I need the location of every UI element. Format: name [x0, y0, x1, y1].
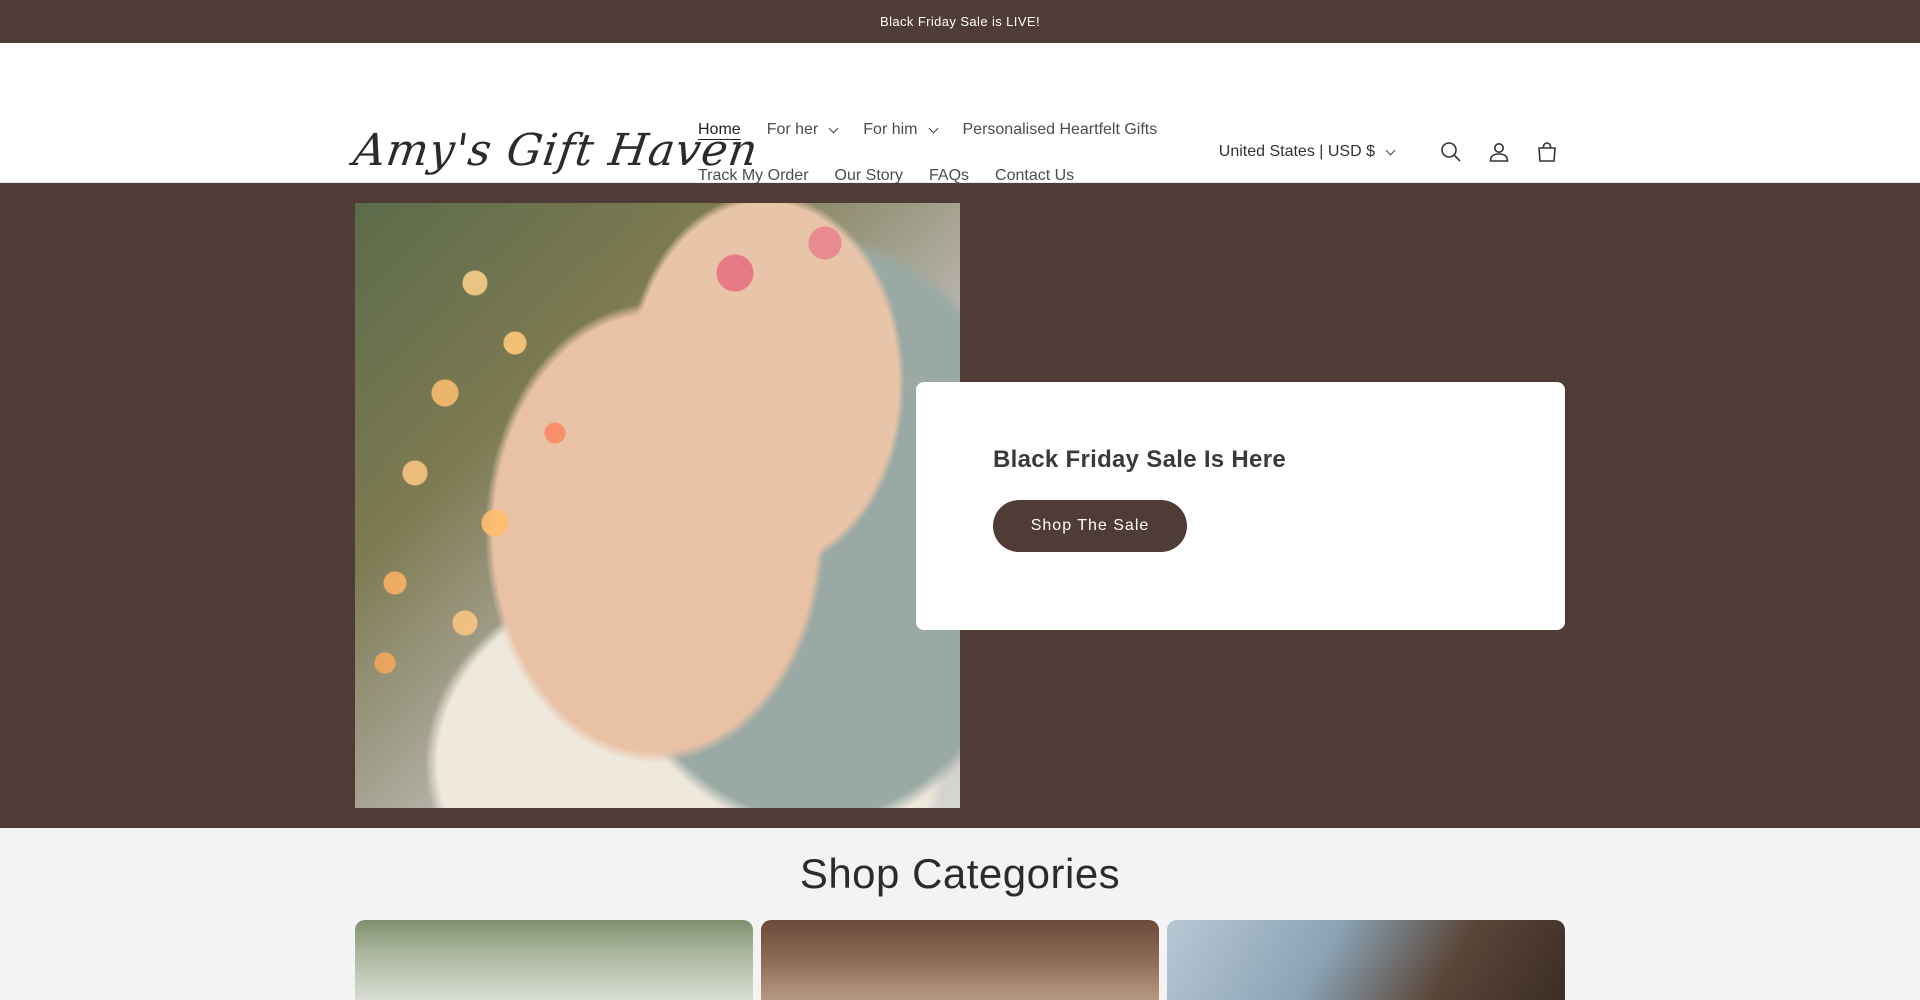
- hero-heading: Black Friday Sale Is Here: [993, 446, 1286, 473]
- announcement-bar: Black Friday Sale is LIVE!: [0, 0, 1920, 43]
- nav-item-for-her[interactable]: For her: [766, 121, 839, 139]
- nav-item-personalised-gifts[interactable]: Personalised Heartfelt Gifts: [963, 121, 1158, 139]
- hero-card: Black Friday Sale Is Here Shop The Sale: [916, 382, 1565, 630]
- main-nav-row-1: Home For her For him Personalised Heartf…: [698, 121, 1183, 139]
- chevron-down-icon: [1385, 145, 1396, 155]
- hero-banner: Black Friday Sale Is Here Shop The Sale: [0, 183, 1920, 828]
- nav-item-label: Home: [698, 121, 741, 138]
- nav-item-label: For him: [863, 121, 918, 138]
- section-title: Shop Categories: [799, 850, 1121, 897]
- header-actions: United States | USD $: [1219, 139, 1560, 165]
- nav-item-for-him[interactable]: For him: [863, 121, 938, 139]
- cart-icon[interactable]: [1534, 139, 1560, 165]
- search-icon[interactable]: [1438, 139, 1464, 165]
- announcement-text: Black Friday Sale is LIVE!: [880, 14, 1040, 29]
- category-card[interactable]: [761, 920, 1159, 1000]
- shop-categories-section: Shop Categories: [0, 828, 1920, 1000]
- category-card[interactable]: [1167, 920, 1565, 1000]
- category-card[interactable]: [355, 920, 753, 1000]
- hero-image: [355, 203, 960, 808]
- shop-the-sale-button[interactable]: Shop The Sale: [993, 500, 1187, 552]
- site-header: Amy's Gift Haven Home For her For him Pe…: [0, 43, 1920, 184]
- currency-selector[interactable]: United States | USD $: [1218, 143, 1396, 161]
- chevron-down-icon: [928, 123, 938, 133]
- account-icon[interactable]: [1486, 139, 1512, 165]
- nav-item-label: For her: [766, 121, 819, 138]
- nav-item-home[interactable]: Home: [698, 121, 741, 139]
- chevron-down-icon: [828, 123, 839, 133]
- nav-item-label: Personalised Heartfelt Gifts: [962, 121, 1158, 138]
- currency-label: United States | USD $: [1218, 143, 1375, 160]
